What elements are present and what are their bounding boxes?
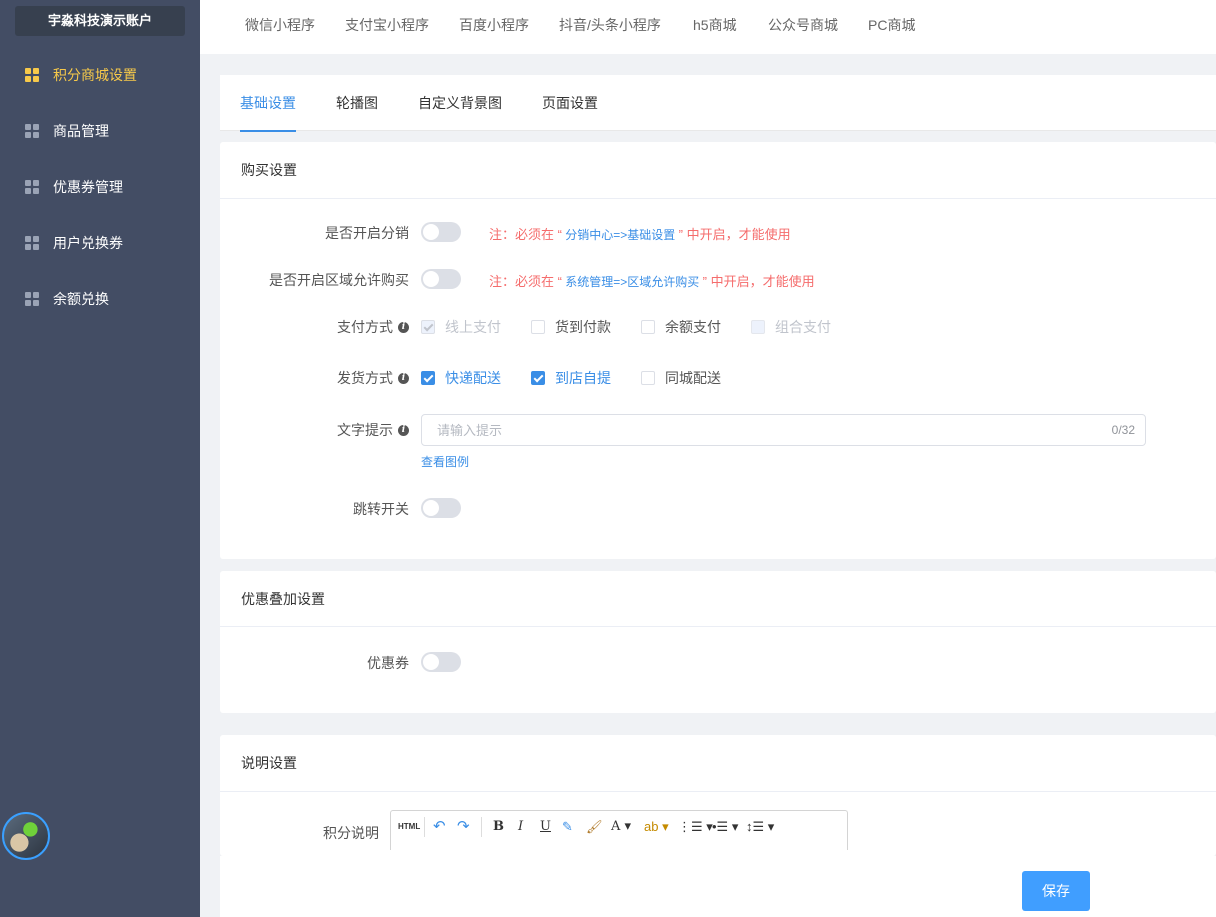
sidebar-item-coupon-management[interactable]: 优惠券管理 (0, 167, 200, 207)
payment-option-combined: 组合支付 (751, 317, 831, 337)
payment-option-cod[interactable]: 货到付款 (531, 317, 611, 337)
checkbox-icon[interactable] (531, 320, 545, 334)
platform-tab-bar: 微信小程序 支付宝小程序 百度小程序 抖音/头条小程序 h5商城 公众号商城 P… (200, 0, 1216, 54)
tab-baidu-miniprogram[interactable]: 百度小程序 (459, 0, 529, 54)
coupon-switch[interactable] (421, 652, 461, 672)
delivery-option-same-city[interactable]: 同城配送 (641, 368, 721, 388)
redirect-switch[interactable] (421, 498, 461, 518)
tab-pc-mall[interactable]: PC商城 (868, 0, 915, 54)
delivery-option-pickup[interactable]: 到店自提 (531, 368, 611, 388)
highlight-icon[interactable]: ab ▾ (644, 819, 669, 835)
grid-icon (25, 124, 39, 138)
sidebar-item-label: 积分商城设置 (53, 67, 137, 83)
italic-button[interactable]: I (518, 819, 523, 835)
tab-custom-background[interactable]: 自定义背景图 (418, 75, 502, 131)
sidebar-item-label: 优惠券管理 (53, 179, 123, 195)
line-height-icon[interactable]: ↕☰ ▾ (746, 819, 774, 835)
sidebar-item-points-mall-settings[interactable]: 积分商城设置 (0, 55, 200, 95)
distribution-switch[interactable] (421, 222, 461, 242)
points-description-label: 积分说明 (323, 825, 379, 841)
sidebar: 宇淼科技演示账户 积分商城设置 商品管理 优惠券管理 用户兑换券 余额兑换 (0, 0, 200, 917)
grid-icon (25, 68, 39, 82)
tab-official-account-mall[interactable]: 公众号商城 (768, 0, 838, 54)
region-purchase-note: 注：必须在 “ 系统管理=>区域允许购买 ” 中开启，才能使用 (489, 274, 815, 289)
redo-icon[interactable]: ↷ (457, 819, 470, 835)
underline-button[interactable]: U (540, 819, 551, 835)
sidebar-item-user-vouchers[interactable]: 用户兑换券 (0, 223, 200, 263)
eraser-icon[interactable]: ✎ (562, 819, 573, 835)
delivery-option-express[interactable]: 快递配送 (421, 368, 501, 388)
unordered-list-icon[interactable]: •☰ ▾ (712, 819, 738, 835)
payment-method-label: 支付方式 i (337, 317, 409, 337)
rich-text-toolbar: HTML ↶ ↷ B I U ✎ 🖌 A ▾ ab ▾ ⋮☰ ▾ •☰ ▾ ↕☰… (390, 810, 848, 850)
distribution-label: 是否开启分销 (325, 225, 409, 241)
save-button[interactable]: 保存 (1022, 871, 1090, 911)
ordered-list-icon[interactable]: ⋮☰ ▾ (678, 819, 713, 835)
card-title: 说明设置 (220, 735, 1216, 792)
font-color-button[interactable]: A ▾ (611, 819, 631, 835)
char-counter: 0/32 (1111, 423, 1135, 437)
settings-tab-bar: 基础设置 轮播图 自定义背景图 页面设置 (220, 75, 1216, 132)
grid-icon (25, 236, 39, 250)
bold-button[interactable]: B (493, 819, 504, 835)
checkbox-icon (751, 320, 765, 334)
discount-stacking-card: 优惠叠加设置 优惠券 (220, 571, 1216, 713)
html-source-button[interactable]: HTML (398, 819, 420, 835)
info-icon: i (398, 372, 409, 384)
sidebar-item-balance-exchange[interactable]: 余额兑换 (0, 279, 200, 319)
footer-bar: 保存 (220, 856, 1216, 917)
region-purchase-switch[interactable] (421, 269, 461, 289)
info-icon: i (398, 424, 409, 436)
tab-basic-settings[interactable]: 基础设置 (240, 75, 296, 132)
sidebar-item-label: 商品管理 (53, 123, 109, 139)
text-tip-input[interactable] (422, 415, 1072, 445)
checkbox-icon[interactable] (531, 371, 545, 385)
tab-page-settings[interactable]: 页面设置 (542, 75, 598, 131)
delivery-method-label: 发货方式 i (337, 368, 409, 388)
checkbox-icon[interactable] (641, 320, 655, 334)
card-title: 优惠叠加设置 (220, 571, 1216, 627)
distribution-note: 注：必须在 “ 分销中心=>基础设置 ” 中开启，才能使用 (489, 227, 791, 242)
grid-icon (25, 292, 39, 306)
coupon-label: 优惠券 (367, 655, 409, 671)
view-example-link[interactable]: 查看图例 (421, 453, 469, 470)
tab-douyin-miniprogram[interactable]: 抖音/头条小程序 (559, 0, 661, 54)
tab-wechat-miniprogram[interactable]: 微信小程序 (245, 0, 315, 54)
tab-carousel[interactable]: 轮播图 (336, 75, 378, 131)
region-purchase-label: 是否开启区域允许购买 (269, 272, 409, 288)
text-tip-field: 0/32 (421, 414, 1146, 446)
purchase-settings-card: 购买设置 是否开启分销 注：必须在 “ 分销中心=>基础设置 ” 中开启，才能使… (220, 142, 1216, 559)
text-tip-label: 文字提示 i (337, 420, 409, 440)
card-title: 购买设置 (220, 142, 1216, 199)
checkbox-icon[interactable] (641, 371, 655, 385)
payment-option-online: 线上支付 (421, 317, 501, 337)
info-icon: i (398, 321, 409, 333)
sidebar-item-label: 用户兑换券 (53, 235, 123, 251)
avatar[interactable] (2, 812, 50, 860)
account-name[interactable]: 宇淼科技演示账户 (15, 6, 185, 36)
format-brush-icon[interactable]: 🖌 (586, 819, 603, 835)
undo-icon[interactable]: ↶ (433, 819, 446, 835)
tab-alipay-miniprogram[interactable]: 支付宝小程序 (345, 0, 429, 54)
description-settings-card: 说明设置 积分说明 HTML ↶ ↷ B I U ✎ 🖌 A ▾ ab ▾ ⋮☰… (220, 735, 1216, 856)
checkbox-icon (421, 320, 435, 334)
sidebar-item-product-management[interactable]: 商品管理 (0, 111, 200, 151)
grid-icon (25, 180, 39, 194)
payment-option-balance[interactable]: 余额支付 (641, 317, 721, 337)
tab-h5-mall[interactable]: h5商城 (693, 0, 737, 54)
redirect-label: 跳转开关 (353, 501, 409, 517)
sidebar-item-label: 余额兑换 (53, 291, 109, 307)
checkbox-icon[interactable] (421, 371, 435, 385)
